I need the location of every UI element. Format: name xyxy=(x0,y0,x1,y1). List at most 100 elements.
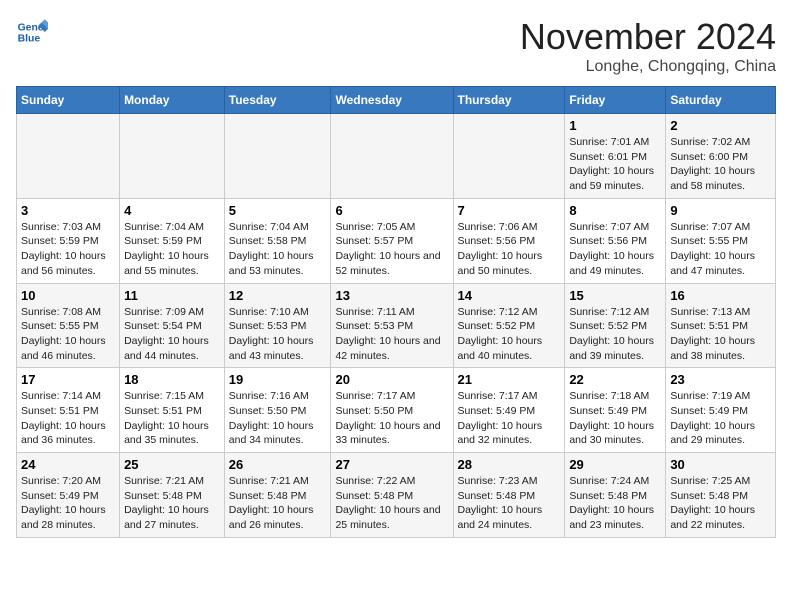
calendar-cell: 29 Sunrise: 7:24 AM Sunset: 5:48 PM Dayli… xyxy=(565,453,666,538)
day-number: 15 xyxy=(569,288,661,303)
day-info: Sunrise: 7:19 AM Sunset: 5:49 PM Dayligh… xyxy=(670,389,771,448)
day-number: 18 xyxy=(124,372,220,387)
calendar-cell: 6 Sunrise: 7:05 AM Sunset: 5:57 PM Daylig… xyxy=(331,198,453,283)
day-info: Sunrise: 7:08 AM Sunset: 5:55 PM Dayligh… xyxy=(21,305,115,364)
weekday-header: Sunday xyxy=(17,87,120,114)
calendar-week-row: 10 Sunrise: 7:08 AM Sunset: 5:55 PM Dayli… xyxy=(17,283,776,368)
calendar-cell: 9 Sunrise: 7:07 AM Sunset: 5:55 PM Daylig… xyxy=(666,198,776,283)
day-number: 1 xyxy=(569,118,661,133)
calendar-cell: 21 Sunrise: 7:17 AM Sunset: 5:49 PM Dayli… xyxy=(453,368,565,453)
day-info: Sunrise: 7:15 AM Sunset: 5:51 PM Dayligh… xyxy=(124,389,220,448)
day-info: Sunrise: 7:18 AM Sunset: 5:49 PM Dayligh… xyxy=(569,389,661,448)
day-info: Sunrise: 7:09 AM Sunset: 5:54 PM Dayligh… xyxy=(124,305,220,364)
day-number: 2 xyxy=(670,118,771,133)
day-info: Sunrise: 7:10 AM Sunset: 5:53 PM Dayligh… xyxy=(229,305,327,364)
day-number: 26 xyxy=(229,457,327,472)
logo-icon: General Blue xyxy=(16,16,48,48)
day-number: 13 xyxy=(335,288,448,303)
day-info: Sunrise: 7:07 AM Sunset: 5:55 PM Dayligh… xyxy=(670,220,771,279)
calendar-cell: 13 Sunrise: 7:11 AM Sunset: 5:53 PM Dayli… xyxy=(331,283,453,368)
title-block: November 2024 Longhe, Chongqing, China xyxy=(520,16,776,76)
day-info: Sunrise: 7:11 AM Sunset: 5:53 PM Dayligh… xyxy=(335,305,448,364)
day-info: Sunrise: 7:25 AM Sunset: 5:48 PM Dayligh… xyxy=(670,474,771,533)
calendar-cell: 25 Sunrise: 7:21 AM Sunset: 5:48 PM Dayli… xyxy=(120,453,225,538)
calendar-cell: 17 Sunrise: 7:14 AM Sunset: 5:51 PM Dayli… xyxy=(17,368,120,453)
location-title: Longhe, Chongqing, China xyxy=(520,58,776,76)
calendar-cell xyxy=(17,114,120,199)
day-info: Sunrise: 7:22 AM Sunset: 5:48 PM Dayligh… xyxy=(335,474,448,533)
day-number: 29 xyxy=(569,457,661,472)
calendar-week-row: 24Sunrise: 7:20 AM Sunset: 5:49 PM Dayli… xyxy=(17,453,776,538)
weekday-header: Wednesday xyxy=(331,87,453,114)
calendar-cell: 4 Sunrise: 7:04 AM Sunset: 5:59 PM Daylig… xyxy=(120,198,225,283)
day-info: Sunrise: 7:21 AM Sunset: 5:48 PM Dayligh… xyxy=(124,474,220,533)
day-number: 23 xyxy=(670,372,771,387)
calendar-week-row: 17 Sunrise: 7:14 AM Sunset: 5:51 PM Dayli… xyxy=(17,368,776,453)
day-number: 12 xyxy=(229,288,327,303)
calendar-table: SundayMondayTuesdayWednesdayThursdayFrid… xyxy=(16,86,776,538)
day-info: Sunrise: 7:12 AM Sunset: 5:52 PM Dayligh… xyxy=(458,305,561,364)
day-info: Sunrise: 7:05 AM Sunset: 5:57 PM Dayligh… xyxy=(335,220,448,279)
day-number: 14 xyxy=(458,288,561,303)
calendar-cell xyxy=(453,114,565,199)
calendar-cell: 15 Sunrise: 7:12 AM Sunset: 5:52 PM Dayli… xyxy=(565,283,666,368)
day-number: 10 xyxy=(21,288,115,303)
weekday-header: Tuesday xyxy=(224,87,331,114)
calendar-cell: 28Sunrise: 7:23 AM Sunset: 5:48 PM Dayli… xyxy=(453,453,565,538)
logo: General Blue xyxy=(16,16,48,48)
day-info: Sunrise: 7:06 AM Sunset: 5:56 PM Dayligh… xyxy=(458,220,561,279)
day-number: 20 xyxy=(335,372,448,387)
day-info: Sunrise: 7:07 AM Sunset: 5:56 PM Dayligh… xyxy=(569,220,661,279)
day-number: 22 xyxy=(569,372,661,387)
day-number: 7 xyxy=(458,203,561,218)
calendar-cell: 12 Sunrise: 7:10 AM Sunset: 5:53 PM Dayli… xyxy=(224,283,331,368)
day-info: Sunrise: 7:04 AM Sunset: 5:58 PM Dayligh… xyxy=(229,220,327,279)
calendar-cell: 19 Sunrise: 7:16 AM Sunset: 5:50 PM Dayli… xyxy=(224,368,331,453)
day-info: Sunrise: 7:16 AM Sunset: 5:50 PM Dayligh… xyxy=(229,389,327,448)
day-number: 6 xyxy=(335,203,448,218)
day-number: 17 xyxy=(21,372,115,387)
calendar-cell: 16Sunrise: 7:13 AM Sunset: 5:51 PM Dayli… xyxy=(666,283,776,368)
calendar-cell xyxy=(120,114,225,199)
day-info: Sunrise: 7:24 AM Sunset: 5:48 PM Dayligh… xyxy=(569,474,661,533)
calendar-cell: 11 Sunrise: 7:09 AM Sunset: 5:54 PM Dayli… xyxy=(120,283,225,368)
day-info: Sunrise: 7:03 AM Sunset: 5:59 PM Dayligh… xyxy=(21,220,115,279)
calendar-cell: 18 Sunrise: 7:15 AM Sunset: 5:51 PM Dayli… xyxy=(120,368,225,453)
day-info: Sunrise: 7:12 AM Sunset: 5:52 PM Dayligh… xyxy=(569,305,661,364)
day-number: 16 xyxy=(670,288,771,303)
day-number: 19 xyxy=(229,372,327,387)
day-number: 21 xyxy=(458,372,561,387)
calendar-cell: 22 Sunrise: 7:18 AM Sunset: 5:49 PM Dayli… xyxy=(565,368,666,453)
day-info: Sunrise: 7:14 AM Sunset: 5:51 PM Dayligh… xyxy=(21,389,115,448)
day-number: 4 xyxy=(124,203,220,218)
calendar-cell xyxy=(224,114,331,199)
calendar-cell: 26 Sunrise: 7:21 AM Sunset: 5:48 PM Dayli… xyxy=(224,453,331,538)
day-info: Sunrise: 7:21 AM Sunset: 5:48 PM Dayligh… xyxy=(229,474,327,533)
weekday-header: Monday xyxy=(120,87,225,114)
calendar-cell: 8 Sunrise: 7:07 AM Sunset: 5:56 PM Daylig… xyxy=(565,198,666,283)
day-info: Sunrise: 7:23 AM Sunset: 5:48 PM Dayligh… xyxy=(458,474,561,533)
calendar-cell: 1Sunrise: 7:01 AM Sunset: 6:01 PM Daylig… xyxy=(565,114,666,199)
calendar-cell: 24Sunrise: 7:20 AM Sunset: 5:49 PM Dayli… xyxy=(17,453,120,538)
day-info: Sunrise: 7:17 AM Sunset: 5:49 PM Dayligh… xyxy=(458,389,561,448)
day-info: Sunrise: 7:04 AM Sunset: 5:59 PM Dayligh… xyxy=(124,220,220,279)
calendar-cell: 5Sunrise: 7:04 AM Sunset: 5:58 PM Daylig… xyxy=(224,198,331,283)
calendar-cell: 30 Sunrise: 7:25 AM Sunset: 5:48 PM Dayli… xyxy=(666,453,776,538)
day-info: Sunrise: 7:17 AM Sunset: 5:50 PM Dayligh… xyxy=(335,389,448,448)
calendar-cell: 20 Sunrise: 7:17 AM Sunset: 5:50 PM Dayli… xyxy=(331,368,453,453)
day-info: Sunrise: 7:20 AM Sunset: 5:49 PM Dayligh… xyxy=(21,474,115,533)
calendar-cell: 3Sunrise: 7:03 AM Sunset: 5:59 PM Daylig… xyxy=(17,198,120,283)
day-number: 8 xyxy=(569,203,661,218)
calendar-cell: 7 Sunrise: 7:06 AM Sunset: 5:56 PM Daylig… xyxy=(453,198,565,283)
calendar-week-row: 3Sunrise: 7:03 AM Sunset: 5:59 PM Daylig… xyxy=(17,198,776,283)
day-number: 9 xyxy=(670,203,771,218)
svg-text:Blue: Blue xyxy=(18,34,41,45)
day-number: 11 xyxy=(124,288,220,303)
weekday-header: Saturday xyxy=(666,87,776,114)
day-number: 25 xyxy=(124,457,220,472)
calendar-cell: 10 Sunrise: 7:08 AM Sunset: 5:55 PM Dayli… xyxy=(17,283,120,368)
calendar-cell: 27Sunrise: 7:22 AM Sunset: 5:48 PM Dayli… xyxy=(331,453,453,538)
calendar-cell xyxy=(331,114,453,199)
calendar-week-row: 1Sunrise: 7:01 AM Sunset: 6:01 PM Daylig… xyxy=(17,114,776,199)
day-number: 30 xyxy=(670,457,771,472)
